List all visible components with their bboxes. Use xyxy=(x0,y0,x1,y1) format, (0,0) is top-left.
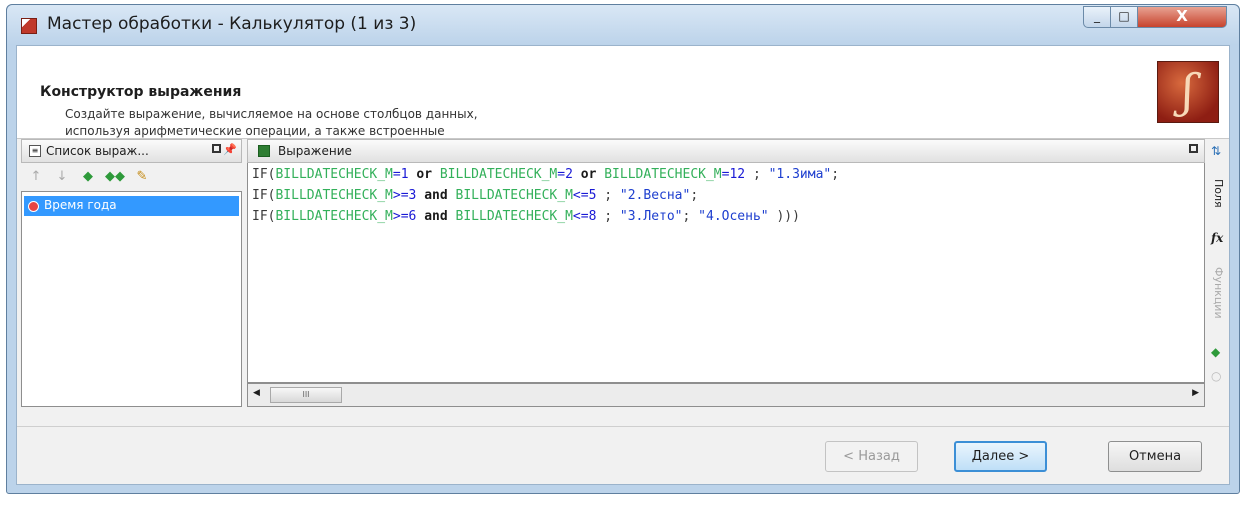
add-icon[interactable]: ◆ xyxy=(1211,345,1220,359)
pin-icon[interactable]: 📌 xyxy=(223,143,237,156)
app-icon xyxy=(21,18,37,34)
minimize-button[interactable]: _ xyxy=(1083,6,1111,28)
expressions-list[interactable]: Время года xyxy=(21,191,242,407)
code-token: <=5 xyxy=(572,188,597,203)
code-line-2: IF(BILLDATECHECK_M>=3 and BILLDATECHECK_… xyxy=(252,188,1204,209)
fx-icon[interactable]: fx xyxy=(1211,231,1223,245)
code-token: >=3 xyxy=(392,188,417,203)
header-title: Конструктор выражения xyxy=(40,84,242,100)
code-token: ; xyxy=(745,167,769,182)
code-line-1: IF(BILLDATECHECK_M=1 or BILLDATECHECK_M=… xyxy=(252,167,1204,188)
fields-tab-icon[interactable]: ⇅ xyxy=(1211,144,1221,158)
scroll-right-icon[interactable]: ▶ xyxy=(1192,388,1199,398)
expression-icon xyxy=(258,145,270,157)
scroll-thumb[interactable]: III xyxy=(270,387,342,403)
close-button[interactable]: X xyxy=(1137,6,1227,28)
code-token: BILLDATECHECK_M xyxy=(275,188,393,203)
code-token: ; xyxy=(682,209,699,224)
header-description-1: Создайте выражение, вычисляемое на основ… xyxy=(65,107,478,121)
header-description-2: используя арифметические операции, а так… xyxy=(65,124,445,138)
code-token: ; xyxy=(596,188,620,203)
tab-fields[interactable]: Поля xyxy=(1209,169,1225,217)
code-token: or xyxy=(408,167,440,182)
code-token: or xyxy=(572,167,605,182)
code-token: "1.Зима" xyxy=(768,167,832,182)
code-token: ; xyxy=(690,188,699,203)
wizard-footer: < Назад Далее > Отмена xyxy=(17,426,1229,484)
dialog-client: Конструктор выражения Создайте выражение… xyxy=(16,45,1230,485)
code-token: =12 xyxy=(721,167,746,182)
expression-icon xyxy=(28,201,39,212)
list-item[interactable]: Время года xyxy=(24,196,239,216)
next-button[interactable]: Далее > xyxy=(954,441,1047,472)
duplicate-expression-icon[interactable]: ◆◆ xyxy=(105,169,125,184)
code-line-3: IF(BILLDATECHECK_M>=6 and BILLDATECHECK_… xyxy=(252,209,1204,230)
search-icon[interactable]: ○ xyxy=(1211,369,1221,383)
code-token: ; xyxy=(596,209,620,224)
code-token: "4.Осень" xyxy=(698,209,769,224)
code-token: =2 xyxy=(557,167,573,182)
expressions-list-header: ≡ Список выраж... 📌 xyxy=(21,139,242,163)
code-token: IF( xyxy=(252,167,276,182)
list-icon: ≡ xyxy=(29,145,41,157)
calculator-logo: ʃ xyxy=(1157,61,1219,123)
expressions-list-panel: ≡ Список выраж... 📌 ↑ ↓ ◆ ◆◆ ✎ Время год… xyxy=(21,139,242,407)
restore-panel-icon[interactable] xyxy=(1189,144,1198,153)
code-token: BILLDATECHECK_M xyxy=(439,167,558,182)
code-token: BILLDATECHECK_M xyxy=(455,209,573,224)
code-token: IF( xyxy=(252,188,276,203)
add-expression-icon[interactable]: ◆ xyxy=(79,169,97,184)
expression-panel-title: Выражение xyxy=(278,144,352,158)
window-title: Мастер обработки - Калькулятор (1 из 3) xyxy=(47,14,417,34)
code-token: and xyxy=(416,188,456,203)
expressions-list-title: Список выраж... xyxy=(46,144,149,158)
scroll-left-icon[interactable]: ◀ xyxy=(253,388,260,398)
restore-panel-icon[interactable] xyxy=(212,144,221,153)
edit-expression-icon[interactable]: ✎ xyxy=(133,169,151,184)
code-token: BILLDATECHECK_M xyxy=(275,167,393,182)
code-token: ; xyxy=(831,167,840,182)
code-token: =1 xyxy=(392,167,409,182)
code-token: and xyxy=(416,209,456,224)
wizard-header: Конструктор выражения Создайте выражение… xyxy=(17,46,1229,139)
code-token: <=8 xyxy=(572,209,597,224)
expressions-toolbar: ↑ ↓ ◆ ◆◆ ✎ xyxy=(21,165,242,191)
horizontal-scrollbar[interactable]: ◀ III ▶ xyxy=(247,383,1205,407)
expression-panel-header: Выражение xyxy=(247,139,1205,163)
cancel-button[interactable]: Отмена xyxy=(1108,441,1202,472)
dialog-window: Мастер обработки - Калькулятор (1 из 3) … xyxy=(6,4,1240,494)
code-token: "3.Лето" xyxy=(619,209,683,224)
back-button[interactable]: < Назад xyxy=(825,441,918,472)
tab-functions[interactable]: Функции xyxy=(1209,257,1225,329)
code-token: BILLDATECHECK_M xyxy=(455,188,573,203)
maximize-button[interactable]: □ xyxy=(1110,6,1138,28)
move-up-icon[interactable]: ↑ xyxy=(27,169,45,184)
expression-editor[interactable]: IF(BILLDATECHECK_M=1 or BILLDATECHECK_M=… xyxy=(247,163,1205,383)
move-down-icon[interactable]: ↓ xyxy=(53,169,71,184)
code-token: ))) xyxy=(768,209,800,224)
expression-panel: Выражение IF(BILLDATECHECK_M=1 or BILLDA… xyxy=(247,139,1205,407)
code-token: IF( xyxy=(252,209,276,224)
code-token: >=6 xyxy=(392,209,417,224)
title-bar[interactable]: Мастер обработки - Калькулятор (1 из 3) … xyxy=(7,5,1239,45)
side-tabs: ⇅ Поля fx Функции ◆ ○ xyxy=(1209,139,1225,407)
code-token: BILLDATECHECK_M xyxy=(275,209,393,224)
code-token: BILLDATECHECK_M xyxy=(604,167,722,182)
code-token: "2.Весна" xyxy=(619,188,691,203)
list-item-label: Время года xyxy=(44,198,117,212)
